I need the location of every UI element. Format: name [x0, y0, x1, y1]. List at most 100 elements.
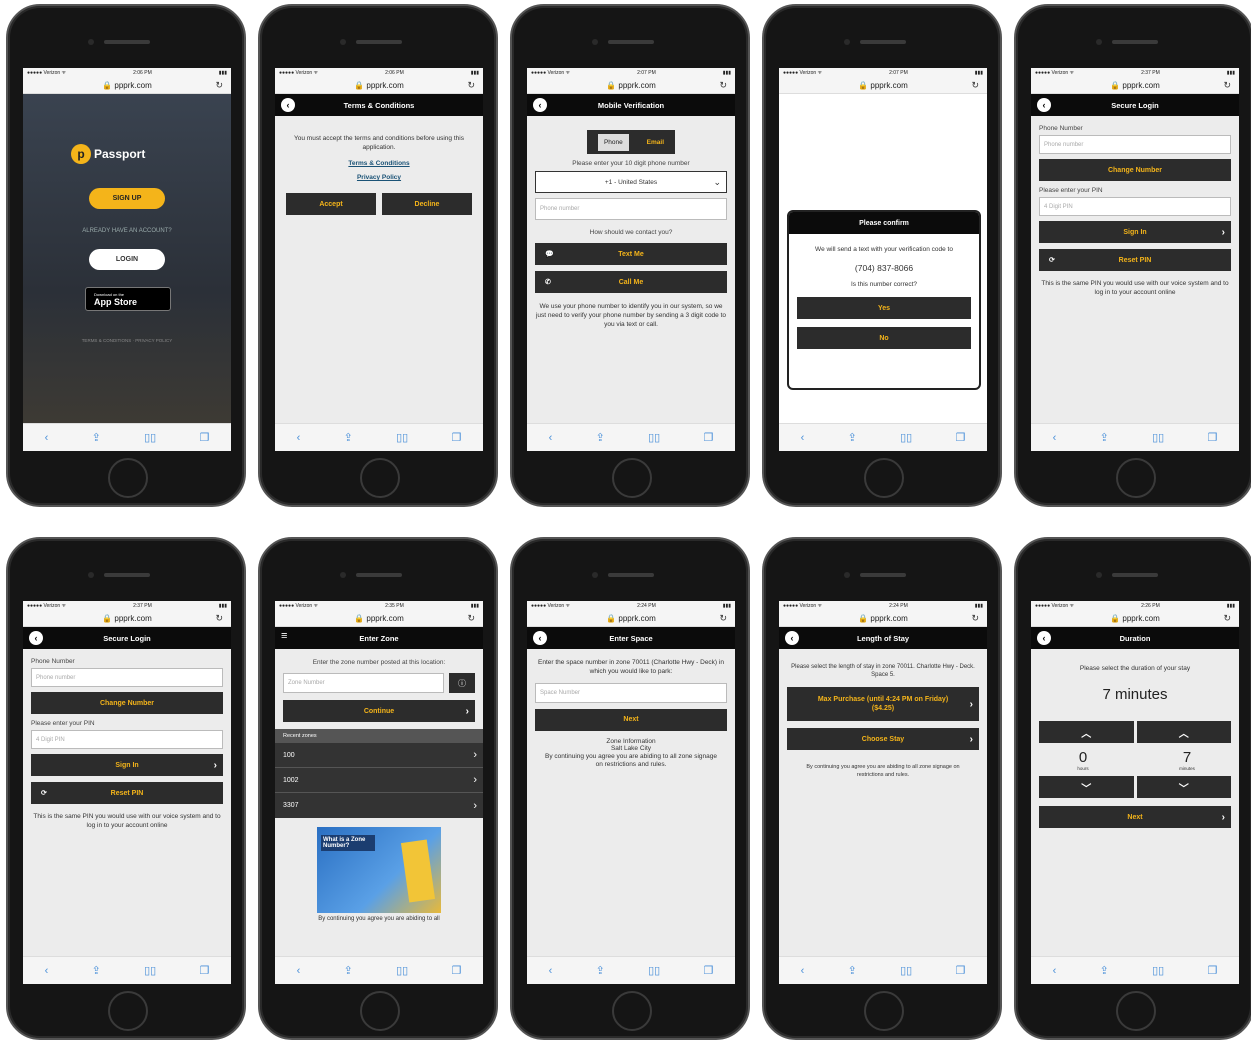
yes-button[interactable]: Yes — [797, 297, 971, 320]
reset-pin-button[interactable]: ⟳ Reset PIN — [1039, 249, 1231, 271]
tabs-icon[interactable]: ❐ — [1207, 431, 1217, 444]
share-icon[interactable]: ⇪ — [848, 964, 857, 977]
home-button[interactable] — [108, 991, 148, 1031]
back-icon[interactable]: ‹ — [1037, 98, 1051, 112]
back-icon[interactable]: ‹ — [533, 98, 547, 112]
tab-email[interactable]: Email — [647, 139, 664, 146]
tabs-icon[interactable]: ❐ — [451, 431, 461, 444]
reload-icon[interactable]: ↻ — [971, 80, 979, 91]
decline-button[interactable]: Decline — [382, 193, 472, 216]
reload-icon[interactable]: ↻ — [215, 80, 223, 91]
change-number-button[interactable]: Change Number — [31, 692, 223, 714]
back-nav-icon[interactable]: ‹ — [297, 432, 301, 444]
terms-link[interactable]: Terms & Conditions — [348, 160, 409, 167]
pin-input[interactable]: 4 Digit PIN — [31, 730, 223, 749]
address-bar[interactable]: 🔒 ppprk.com ↻ — [1031, 611, 1239, 627]
address-bar[interactable]: 🔒 ppprk.com ↻ — [779, 611, 987, 627]
back-nav-icon[interactable]: ‹ — [549, 432, 553, 444]
tabs-icon[interactable]: ❐ — [199, 431, 209, 444]
back-nav-icon[interactable]: ‹ — [45, 432, 49, 444]
reload-icon[interactable]: ↻ — [1223, 80, 1231, 91]
home-button[interactable] — [864, 991, 904, 1031]
splash-footer-links[interactable]: TERMS & CONDITIONS · PRIVACY POLICY — [23, 338, 231, 343]
share-icon[interactable]: ⇪ — [344, 431, 353, 444]
info-icon[interactable]: ⓘ — [449, 673, 475, 693]
back-nav-icon[interactable]: ‹ — [549, 965, 553, 977]
share-icon[interactable]: ⇪ — [344, 964, 353, 977]
next-button[interactable]: Next › — [1039, 806, 1231, 828]
phone-input[interactable]: Phone number — [1039, 135, 1231, 154]
recent-zone-item[interactable]: 3307 › — [275, 793, 483, 818]
reload-icon[interactable]: ↻ — [1223, 613, 1231, 624]
bookmarks-icon[interactable]: ▯▯ — [144, 431, 156, 444]
address-bar[interactable]: 🔒 ppprk.com ↻ — [23, 78, 231, 94]
bookmarks-icon[interactable]: ▯▯ — [648, 964, 660, 977]
continue-button[interactable]: Continue › — [283, 700, 475, 722]
back-nav-icon[interactable]: ‹ — [801, 432, 805, 444]
tabs-icon[interactable]: ❐ — [451, 964, 461, 977]
address-bar[interactable]: 🔒 ppprk.com ↻ — [779, 78, 987, 94]
app-store-badge[interactable]: Download on the App Store — [85, 287, 171, 311]
tabs-icon[interactable]: ❐ — [955, 431, 965, 444]
home-button[interactable] — [360, 458, 400, 498]
back-icon[interactable]: ‹ — [533, 631, 547, 645]
bookmarks-icon[interactable]: ▯▯ — [396, 964, 408, 977]
text-me-button[interactable]: 💬 Text Me — [535, 243, 727, 265]
tab-phone[interactable]: Phone — [597, 133, 629, 151]
bookmarks-icon[interactable]: ▯▯ — [1152, 431, 1164, 444]
hours-down-button[interactable]: ﹀ — [1039, 776, 1134, 798]
recent-zone-item[interactable]: 100 › — [275, 743, 483, 768]
home-button[interactable] — [360, 991, 400, 1031]
reset-pin-button[interactable]: ⟳ Reset PIN — [31, 782, 223, 804]
address-bar[interactable]: 🔒 ppprk.com ↻ — [1031, 78, 1239, 94]
next-button[interactable]: Next — [535, 708, 727, 731]
address-bar[interactable]: 🔒 ppprk.com ↻ — [527, 78, 735, 94]
share-icon[interactable]: ⇪ — [1100, 431, 1109, 444]
bookmarks-icon[interactable]: ▯▯ — [900, 431, 912, 444]
reload-icon[interactable]: ↻ — [467, 80, 475, 91]
privacy-link[interactable]: Privacy Policy — [357, 174, 401, 181]
country-select[interactable]: +1 - United States ⌄ — [535, 171, 727, 193]
minutes-up-button[interactable]: ︿ — [1136, 721, 1231, 743]
back-nav-icon[interactable]: ‹ — [297, 965, 301, 977]
call-me-button[interactable]: ✆ Call Me — [535, 271, 727, 293]
reload-icon[interactable]: ↻ — [719, 613, 727, 624]
back-icon[interactable]: ‹ — [1037, 631, 1051, 645]
bookmarks-icon[interactable]: ▯▯ — [144, 964, 156, 977]
address-bar[interactable]: 🔒 ppprk.com ↻ — [275, 78, 483, 94]
hamburger-menu-icon[interactable]: ≡ — [281, 630, 287, 642]
home-button[interactable] — [612, 458, 652, 498]
pin-input[interactable]: 4 Digit PIN — [1039, 197, 1231, 216]
change-number-button[interactable]: Change Number — [1039, 159, 1231, 181]
tabs-icon[interactable]: ❐ — [955, 964, 965, 977]
home-button[interactable] — [864, 458, 904, 498]
bookmarks-icon[interactable]: ▯▯ — [648, 431, 660, 444]
phone-input[interactable]: Phone number — [31, 668, 223, 687]
address-bar[interactable]: 🔒 ppprk.com ↻ — [23, 611, 231, 627]
zone-info-promo[interactable]: What is a Zone Number? — [317, 827, 441, 913]
max-purchase-button[interactable]: Max Purchase (until 4:24 PM on Friday) (… — [787, 687, 979, 722]
share-icon[interactable]: ⇪ — [596, 964, 605, 977]
hours-up-button[interactable]: ︿ — [1039, 721, 1134, 743]
share-icon[interactable]: ⇪ — [92, 964, 101, 977]
bookmarks-icon[interactable]: ▯▯ — [1152, 964, 1164, 977]
address-bar[interactable]: 🔒 ppprk.com ↻ — [527, 611, 735, 627]
sign-in-button[interactable]: Sign In › — [1039, 221, 1231, 243]
sign-in-button[interactable]: Sign In › — [31, 754, 223, 776]
tabs-icon[interactable]: ❐ — [1207, 964, 1217, 977]
share-icon[interactable]: ⇪ — [1100, 964, 1109, 977]
home-button[interactable] — [1116, 991, 1156, 1031]
back-nav-icon[interactable]: ‹ — [1053, 432, 1057, 444]
zone-input[interactable]: Zone Number — [283, 673, 444, 693]
login-button[interactable]: LOGIN — [89, 249, 165, 270]
share-icon[interactable]: ⇪ — [848, 431, 857, 444]
back-nav-icon[interactable]: ‹ — [801, 965, 805, 977]
reload-icon[interactable]: ↻ — [467, 613, 475, 624]
signup-button[interactable]: SIGN UP — [89, 188, 165, 209]
bookmarks-icon[interactable]: ▯▯ — [396, 431, 408, 444]
share-icon[interactable]: ⇪ — [92, 431, 101, 444]
back-icon[interactable]: ‹ — [281, 98, 295, 112]
space-input[interactable]: Space Number — [535, 682, 727, 703]
reload-icon[interactable]: ↻ — [971, 613, 979, 624]
no-button[interactable]: No — [797, 327, 971, 350]
